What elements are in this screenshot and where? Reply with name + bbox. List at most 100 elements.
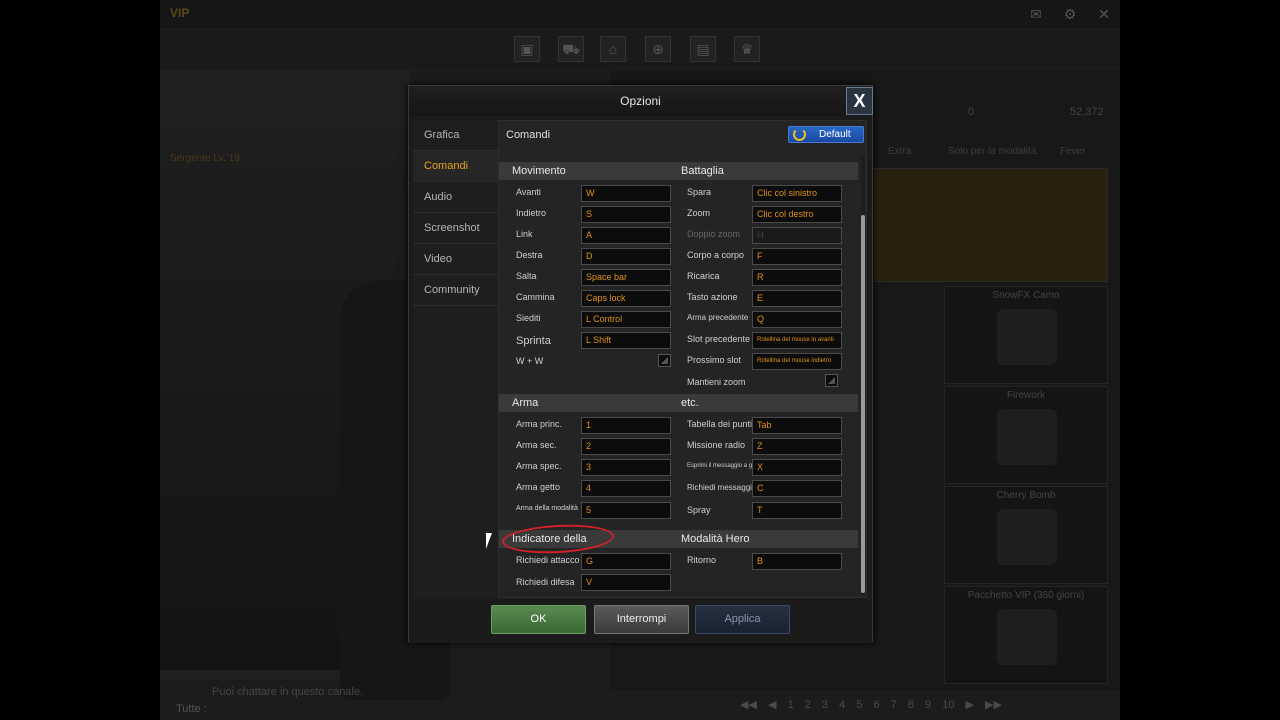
key-binding-field[interactable]: V: [581, 574, 671, 591]
exit-icon[interactable]: ✕: [1096, 6, 1112, 22]
key-label: Prossimo slot: [687, 355, 742, 365]
page-number[interactable]: 6: [873, 699, 879, 711]
key-binding-field[interactable]: 3: [581, 459, 671, 476]
key-binding-field[interactable]: Rotellina del mouse in avanti: [752, 332, 842, 349]
nav-screenshot[interactable]: Screenshot: [413, 213, 498, 244]
key-binding-field[interactable]: Clic col destro: [752, 206, 842, 223]
key-label: Avanti: [516, 187, 541, 197]
key-binding-field[interactable]: E: [752, 290, 842, 307]
shop-tab-fever[interactable]: Fever: [1060, 146, 1086, 157]
pager-next-icon[interactable]: ▶: [966, 699, 974, 711]
pager-prev-icon[interactable]: ◀: [768, 699, 776, 711]
clan-house-icon[interactable]: ⌂: [600, 36, 626, 62]
key-binding-field[interactable]: L Shift: [581, 332, 671, 349]
inventory-icon[interactable]: ▣: [514, 36, 540, 62]
crosshair-icon[interactable]: ⊕: [645, 36, 671, 62]
character-preview: [160, 130, 450, 700]
card-title: Pacchetto VIP (360 giorni): [967, 590, 1085, 601]
key-binding-field[interactable]: Rotellina del mouse indietro: [752, 353, 842, 370]
rank-text: Sergente Lv. 19: [170, 153, 240, 164]
page-number[interactable]: 2: [805, 699, 811, 711]
shop-tabs: Extra Solo per la modalità Fever: [860, 140, 1120, 164]
nav-grafica[interactable]: Grafica: [413, 120, 498, 151]
card-thumbnail: [997, 609, 1057, 665]
key-binding-field[interactable]: T: [752, 502, 842, 519]
key-binding-field[interactable]: C: [752, 480, 842, 497]
ok-button[interactable]: OK: [491, 605, 586, 634]
shop-card[interactable]: Cherry Bomb: [944, 486, 1108, 584]
apply-button[interactable]: Applica: [695, 605, 790, 634]
key-binding-field[interactable]: Tab: [752, 417, 842, 434]
page-number[interactable]: 3: [822, 699, 828, 711]
key-label: Arma princ.: [516, 419, 563, 429]
currency-b: 52,372: [1070, 106, 1104, 118]
toggle-label: Mantieni zoom: [687, 377, 746, 387]
letterbox-right: [1120, 0, 1280, 720]
key-binding-field[interactable]: W: [581, 185, 671, 202]
key-binding-field[interactable]: B: [752, 553, 842, 570]
key-label: Richiedi messaggio: [687, 483, 757, 492]
key-label: Zoom: [687, 208, 711, 218]
key-binding-field[interactable]: S: [581, 206, 671, 223]
shop-card[interactable]: Firework: [944, 386, 1108, 484]
cancel-button[interactable]: Interrompi: [594, 605, 689, 634]
page-number[interactable]: 1: [788, 699, 794, 711]
key-binding-field[interactable]: A: [581, 227, 671, 244]
shop-banner[interactable]: [872, 168, 1108, 282]
page-number[interactable]: 9: [925, 699, 931, 711]
shop-cart-icon[interactable]: ⛟: [558, 36, 584, 62]
key-binding-field[interactable]: R: [752, 269, 842, 286]
shop-card[interactable]: Pacchetto VIP (360 giorni): [944, 586, 1108, 684]
key-label: Esprimi il messaggio a gesti: [687, 463, 762, 469]
key-binding-field[interactable]: Space bar: [581, 269, 671, 286]
key-label: Tasto azione: [687, 292, 738, 302]
page-number[interactable]: 8: [908, 699, 914, 711]
hold-zoom-checkbox[interactable]: [825, 374, 838, 387]
main-nav-bar: ▣ ⛟ ⌂ ⊕ ▤ ♛: [160, 30, 1120, 68]
default-button[interactable]: Default: [788, 126, 864, 143]
key-binding-field[interactable]: 2: [581, 438, 671, 455]
page-number[interactable]: 10: [942, 699, 954, 711]
key-label: Richiedi difesa: [516, 577, 575, 587]
pager-first-icon[interactable]: ◀◀: [740, 699, 757, 711]
currency-a: 0: [968, 106, 975, 118]
nav-audio[interactable]: Audio: [413, 182, 498, 213]
page-number[interactable]: 4: [839, 699, 845, 711]
nav-community[interactable]: Community: [413, 275, 498, 306]
key-binding-field[interactable]: 1: [581, 417, 671, 434]
key-binding-field[interactable]: Caps lock: [581, 290, 671, 307]
key-binding-field[interactable]: D: [581, 248, 671, 265]
double-tap-sprint-checkbox[interactable]: [658, 354, 671, 367]
pager-last-icon[interactable]: ▶▶: [985, 699, 1002, 711]
close-button[interactable]: X: [846, 87, 873, 115]
shop-tab-extra[interactable]: Extra: [888, 146, 911, 157]
key-binding-field[interactable]: 4: [581, 480, 671, 497]
stats-chart-icon[interactable]: ▤: [690, 36, 716, 62]
key-binding-field[interactable]: L Control: [581, 311, 671, 328]
key-binding-field[interactable]: F: [752, 248, 842, 265]
scrollbar-thumb[interactable]: [861, 215, 865, 593]
gear-icon[interactable]: ⚙: [1062, 6, 1078, 22]
card-title: Cherry Bomb: [996, 490, 1056, 501]
section-title: Comandi: [506, 129, 551, 141]
default-button-label: Default: [819, 129, 851, 140]
key-binding-field[interactable]: Z: [752, 438, 842, 455]
key-binding-field[interactable]: Q: [752, 311, 842, 328]
shop-tab-mode[interactable]: Solo per la modalità: [948, 146, 1036, 157]
key-binding-field[interactable]: X: [752, 459, 842, 476]
nav-video[interactable]: Video: [413, 244, 498, 275]
key-label: Missione radio: [687, 440, 746, 450]
key-binding-field[interactable]: G: [581, 553, 671, 570]
shop-card[interactable]: SnowFX Camo: [944, 286, 1108, 384]
mail-icon[interactable]: ✉: [1028, 6, 1044, 22]
key-label: Destra: [516, 250, 543, 260]
page-number[interactable]: 7: [891, 699, 897, 711]
key-label: Corpo a corpo: [687, 250, 745, 260]
chat-channel-label[interactable]: Tutte :: [176, 703, 207, 715]
card-title: Firework: [1006, 390, 1046, 401]
trophy-icon[interactable]: ♛: [734, 36, 760, 62]
key-binding-field[interactable]: Clic col sinistro: [752, 185, 842, 202]
page-number[interactable]: 5: [856, 699, 862, 711]
key-binding-field[interactable]: 5: [581, 502, 671, 519]
nav-comandi[interactable]: Comandi: [413, 151, 498, 182]
